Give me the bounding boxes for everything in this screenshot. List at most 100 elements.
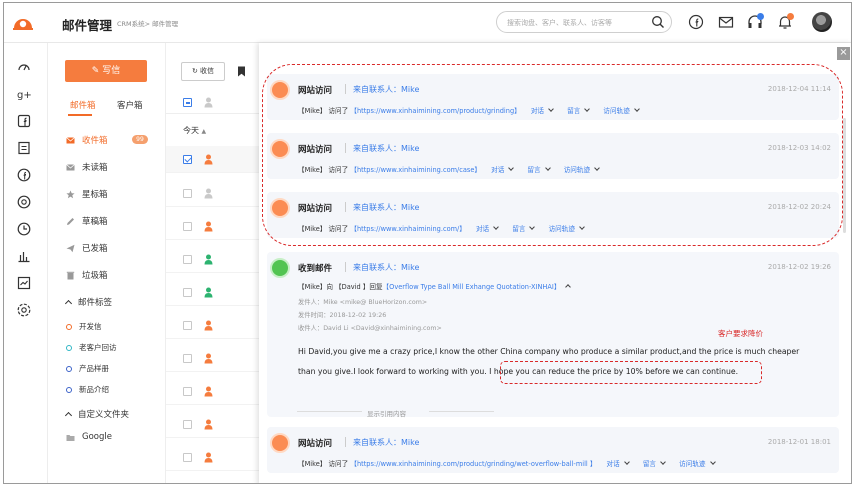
tag-item[interactable]: 开发信 xyxy=(66,321,102,332)
message-dropdown[interactable]: 留言 xyxy=(512,224,538,233)
chevron-up-icon[interactable] xyxy=(564,284,571,290)
tag-label: 新品介绍 xyxy=(79,385,109,394)
search-placeholder: 搜索询盘、客户、联系人、访客等 xyxy=(507,19,612,27)
table-row[interactable] xyxy=(166,213,261,240)
table-row[interactable] xyxy=(166,444,261,471)
received-mail-card[interactable]: 收到邮件 来自联系人：Mike 2018-12-02 19:26 【Mike】向… xyxy=(267,252,839,418)
row-checkbox[interactable] xyxy=(183,155,192,164)
bar-chart-icon[interactable] xyxy=(16,248,32,264)
chat-dropdown[interactable]: 对话 xyxy=(491,165,517,174)
at-sign-icon[interactable] xyxy=(16,194,32,210)
facebook-square-icon[interactable] xyxy=(16,113,32,129)
tab-customer-box[interactable]: 客户箱 xyxy=(117,99,143,111)
tag-item[interactable]: 老客户回访 xyxy=(66,342,117,353)
row-checkbox[interactable] xyxy=(183,387,192,396)
search-icon[interactable] xyxy=(651,15,665,29)
facebook-circle-icon[interactable] xyxy=(16,167,32,183)
folder-sent[interactable]: 已发箱 xyxy=(66,242,108,254)
row-checkbox[interactable] xyxy=(183,189,192,198)
row-checkbox[interactable] xyxy=(183,288,192,297)
table-row[interactable] xyxy=(166,246,261,273)
row-checkbox[interactable] xyxy=(183,453,192,462)
dashboard-icon[interactable] xyxy=(16,59,32,75)
folder-label: 草稿箱 xyxy=(82,217,108,227)
receive-button[interactable]: ↻ 收信 xyxy=(181,62,225,81)
table-row[interactable] xyxy=(166,312,261,339)
mail-tags-header[interactable]: 邮件标签 xyxy=(64,296,112,308)
person-icon xyxy=(204,287,213,298)
table-row[interactable] xyxy=(166,378,261,405)
row-checkbox[interactable] xyxy=(183,354,192,363)
tag-label: 产品样册 xyxy=(79,364,109,373)
table-row[interactable] xyxy=(166,279,261,306)
chat-dropdown[interactable]: 对话 xyxy=(476,224,502,233)
tag-item[interactable]: 产品样册 xyxy=(66,363,109,374)
refresh-icon: ↻ xyxy=(191,67,201,75)
chat-dropdown[interactable]: 对话 xyxy=(531,106,557,115)
bookmark-icon[interactable] xyxy=(237,66,246,77)
table-row[interactable] xyxy=(166,345,261,372)
mail-body-line: Hi David,you give me a crazy price,I kno… xyxy=(298,347,800,356)
visited-url-link[interactable]: 【https://www.xinhaimining.com/】 xyxy=(350,225,466,233)
table-row[interactable] xyxy=(166,180,261,207)
logo-icon[interactable] xyxy=(12,13,34,31)
select-all-checkbox[interactable] xyxy=(183,98,192,107)
visit-trail-dropdown[interactable]: 访问轨迹 xyxy=(549,224,588,233)
card-time: 2018-12-02 19:26 xyxy=(767,263,831,271)
person-icon xyxy=(204,154,213,165)
visited-url-link[interactable]: 【https://www.xinhaimining.com/product/gr… xyxy=(350,460,596,468)
visited-url-link[interactable]: 【https://www.xinhaimining.com/product/gr… xyxy=(350,107,520,115)
folder-starred[interactable]: 星标箱 xyxy=(66,188,108,200)
search-input[interactable]: 搜索询盘、客户、联系人、访客等 xyxy=(496,11,672,33)
browser-icon xyxy=(270,139,290,159)
compose-button[interactable]: ✎ 写信 xyxy=(65,60,147,82)
person-icon xyxy=(204,221,213,232)
folder-drafts[interactable]: 草稿箱 xyxy=(66,215,108,227)
message-dropdown[interactable]: 留言 xyxy=(643,459,669,468)
mail-subject-link[interactable]: 【Overflow Type Ball Mill Exhange Quotati… xyxy=(383,283,561,291)
show-quote-link[interactable]: 显示引用内容 xyxy=(367,408,406,418)
custom-folders-header[interactable]: 自定义文件夹 xyxy=(64,408,129,420)
table-row[interactable] xyxy=(166,146,261,173)
settings-icon[interactable] xyxy=(16,302,32,318)
visit-trail-dropdown[interactable]: 访问轨迹 xyxy=(564,165,603,174)
document-icon[interactable] xyxy=(16,140,32,156)
trash-icon xyxy=(66,271,75,279)
close-icon[interactable]: × xyxy=(837,47,850,60)
visit-card[interactable]: 网站访问 来自联系人：Mike 2018-12-01 18:01 【Mike】 … xyxy=(267,427,839,473)
scrollbar[interactable] xyxy=(843,118,846,233)
folder-unread[interactable]: 未读箱 xyxy=(66,161,108,173)
clock-icon[interactable] xyxy=(16,221,32,237)
visit-trail-dropdown[interactable]: 访问轨迹 xyxy=(603,106,642,115)
table-row[interactable] xyxy=(166,411,261,438)
tag-item[interactable]: 新品介绍 xyxy=(66,384,109,395)
card-detail: 【Mike】 访问了 【https://www.xinhaimining.com… xyxy=(298,105,643,115)
mail-list: ↻ 收信 今天 ▲ xyxy=(166,43,261,483)
visit-card[interactable]: 网站访问 来自联系人：Mike 2018-12-03 14:02 【Mike】 … xyxy=(267,133,839,179)
card-time: 2018-12-04 11:14 xyxy=(767,85,831,93)
message-dropdown[interactable]: 留言 xyxy=(527,165,553,174)
facebook-icon[interactable] xyxy=(687,13,705,31)
row-checkbox[interactable] xyxy=(183,255,192,264)
row-checkbox[interactable] xyxy=(183,222,192,231)
folder-trash[interactable]: 垃圾箱 xyxy=(66,269,108,281)
avatar[interactable] xyxy=(812,12,832,32)
mail-icon[interactable] xyxy=(717,13,735,31)
custom-folder-google[interactable]: Google xyxy=(66,432,112,442)
group-today[interactable]: 今天 ▲ xyxy=(183,125,206,136)
tab-mailbox[interactable]: 邮件箱 xyxy=(70,99,96,111)
visit-card[interactable]: 网站访问 来自联系人：Mike 2018-12-04 11:14 【Mike】 … xyxy=(267,74,839,120)
visited-url-link[interactable]: 【https://www.xinhaimining.com/case】 xyxy=(350,166,481,174)
google-plus-icon[interactable]: g+ xyxy=(16,86,32,102)
folder-inbox[interactable]: 收件箱 xyxy=(66,134,108,146)
card-title: 网站访问 xyxy=(298,439,333,449)
trend-chart-icon[interactable] xyxy=(16,275,32,291)
visit-card[interactable]: 网站访问 来自联系人：Mike 2018-12-02 20:24 【Mike】 … xyxy=(267,192,839,238)
row-checkbox[interactable] xyxy=(183,321,192,330)
breadcrumb: CRM系统> 邮件管理 xyxy=(117,20,179,28)
message-dropdown[interactable]: 留言 xyxy=(567,106,593,115)
row-checkbox[interactable] xyxy=(183,420,192,429)
visit-trail-dropdown[interactable]: 访问轨迹 xyxy=(679,459,718,468)
chat-dropdown[interactable]: 对话 xyxy=(607,459,633,468)
folder-label: 垃圾箱 xyxy=(82,271,108,281)
